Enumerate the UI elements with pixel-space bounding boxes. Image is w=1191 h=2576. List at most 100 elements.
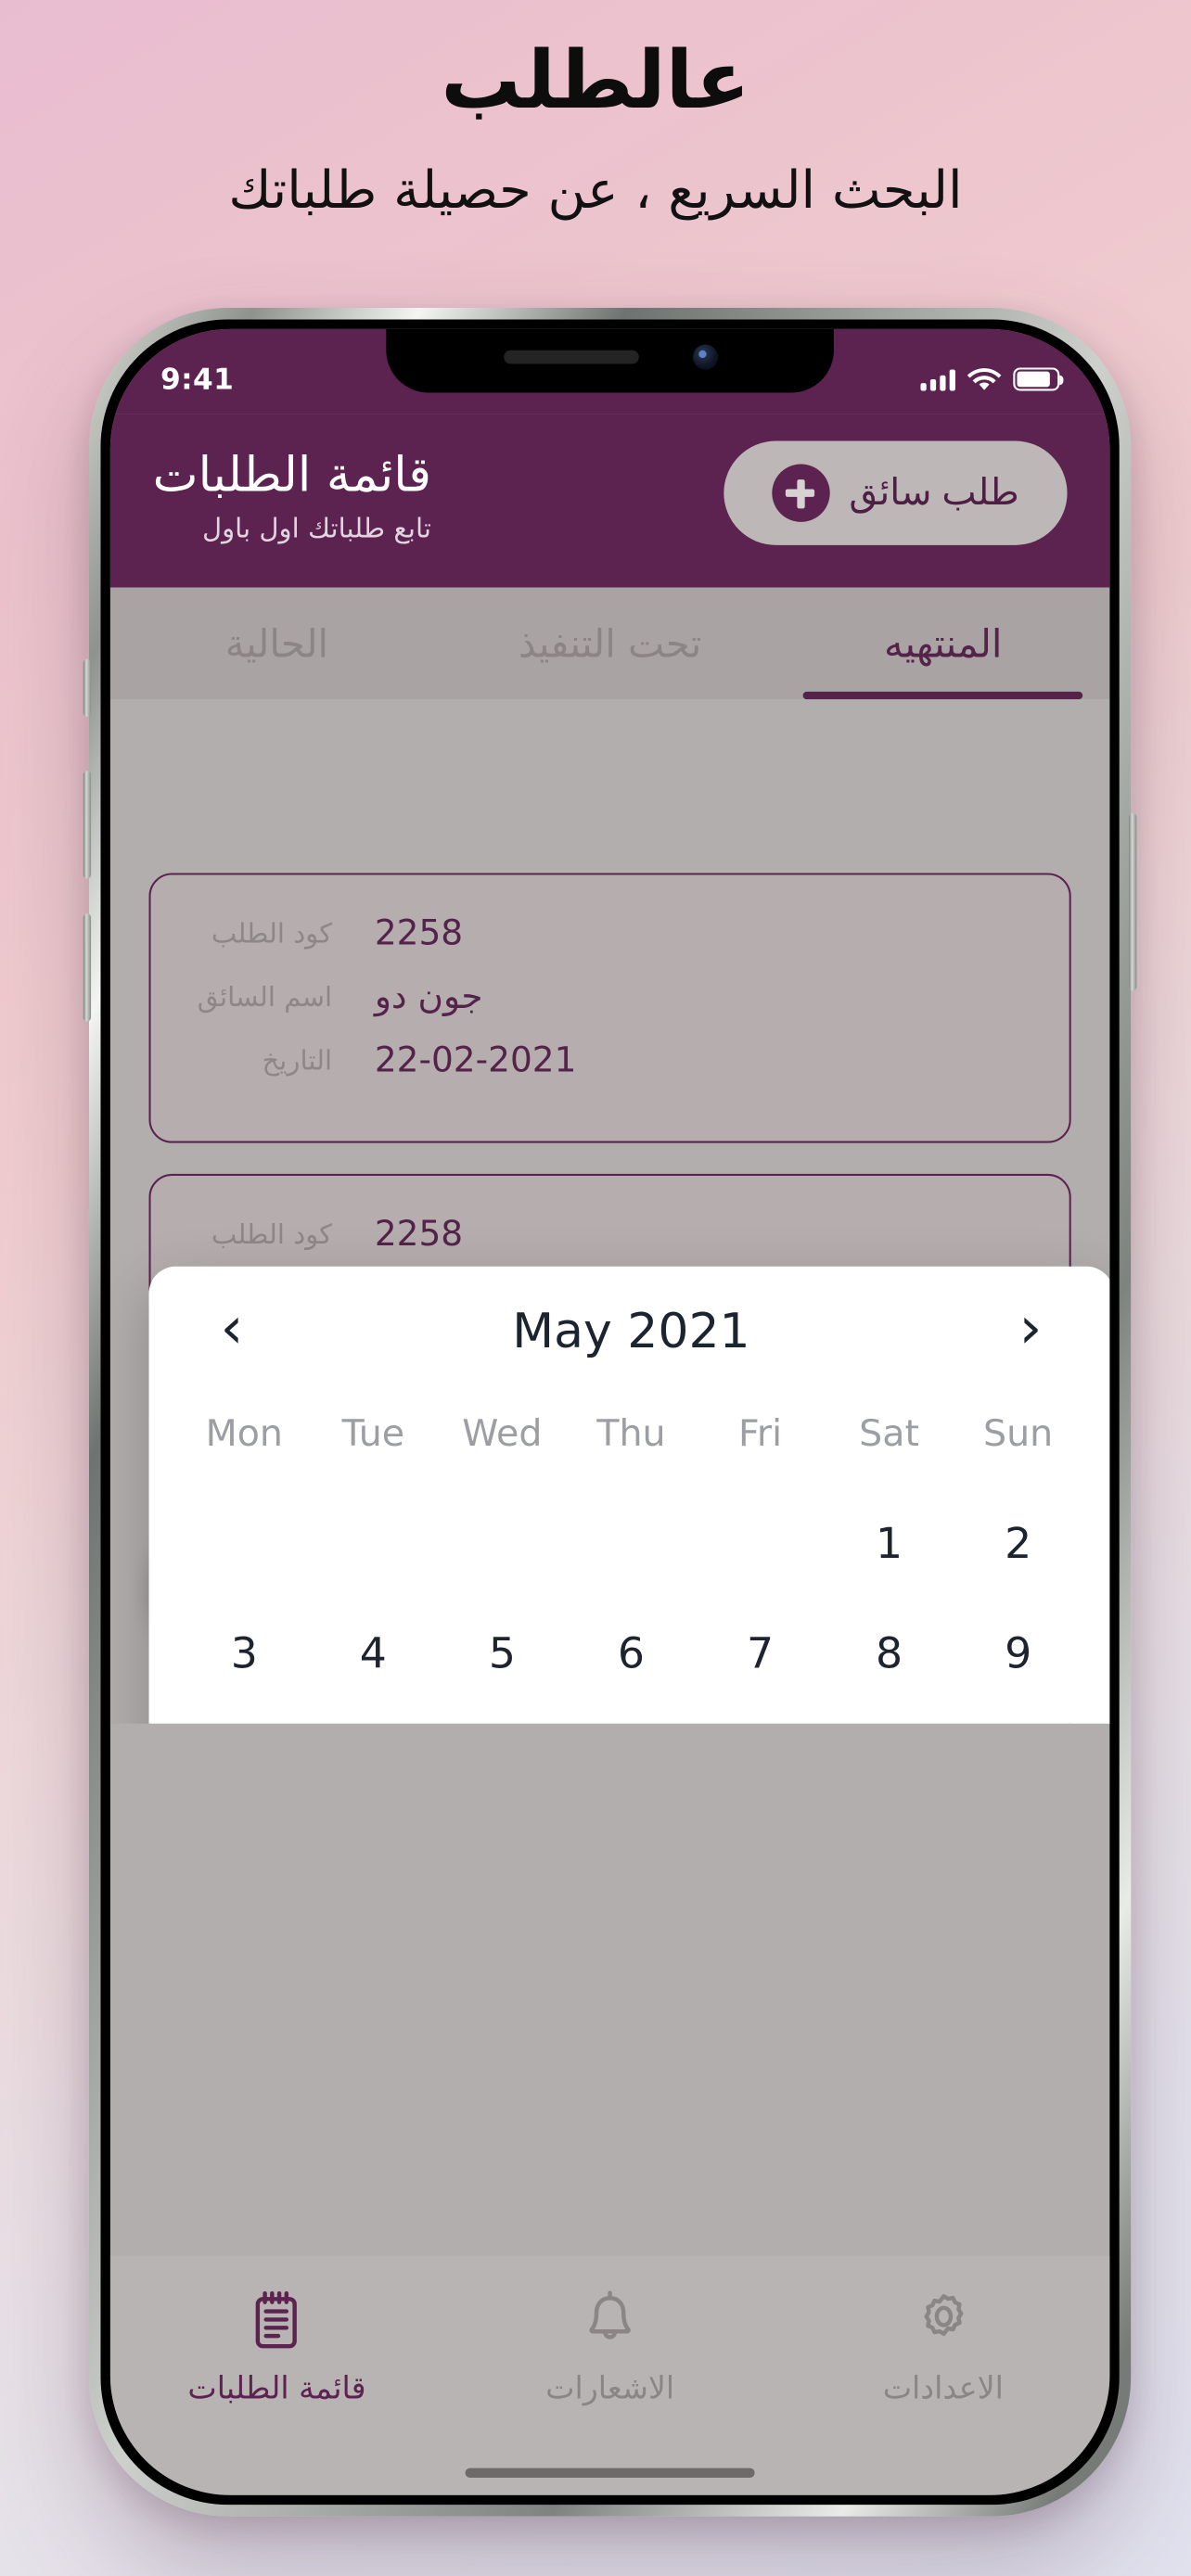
order-code-label: كود الطلب (211, 1218, 333, 1251)
calendar-day-empty (180, 1490, 309, 1600)
header-text-block: قائمة الطلبات تابع طلباتك اول باول (153, 441, 431, 544)
calendar-month-label: May 2021 (512, 1302, 750, 1358)
calendar-day-number: 7 (746, 1630, 775, 1679)
calendar-weekday-row: Mon Tue Wed Thu Fri Sat Sun (180, 1390, 1082, 1490)
request-driver-button[interactable]: طلب سائق (724, 440, 1068, 545)
calendar-day-empty (309, 1490, 438, 1600)
nav-item-notifications[interactable]: الاشعارات (443, 2287, 776, 2406)
calendar-weekday: Sat (859, 1412, 919, 1456)
nav-item-orders[interactable]: قائمة الطلبات (110, 2287, 443, 2406)
order-driver-label: اسم السائق (197, 981, 333, 1014)
calendar-week-row: 3 4 5 6 7 8 9 (180, 1600, 1082, 1711)
calendar-day-number: 3 (230, 1630, 258, 1679)
calendar-day[interactable]: 2 (954, 1490, 1082, 1600)
calendar-day[interactable]: 8 (825, 1600, 954, 1711)
calendar-weekday: Mon (205, 1412, 283, 1456)
tab-in-progress-label: تحت التنفيذ (518, 619, 702, 667)
page-subtitle: تابع طلباتك اول باول (201, 513, 431, 544)
tab-completed[interactable]: المنتهيه (776, 588, 1109, 700)
earpiece-speaker (503, 350, 638, 364)
calendar-day-empty (438, 1490, 567, 1600)
nav-item-settings-label: الاعدادات (882, 2369, 1004, 2407)
order-code-value: 2258 (374, 913, 464, 954)
calendar-day-number: 4 (359, 1630, 387, 1679)
notch (386, 328, 834, 393)
order-code-row: كود الطلب 2258 (189, 1203, 1031, 1267)
calendar-day[interactable]: 14 (696, 1710, 825, 1724)
table-row[interactable]: كود الطلب 2258 اسم السائق جون دو التاريخ… (148, 873, 1071, 1143)
home-indicator[interactable] (465, 2468, 755, 2478)
promo-banner: عالطلب البحث السريع ، عن حصيلة طلباتك (0, 0, 1191, 224)
chevron-left-icon[interactable]: ‹ (199, 1300, 265, 1358)
volume-down-button[interactable] (83, 913, 92, 1022)
calendar-day[interactable]: 12 (438, 1710, 567, 1724)
order-code-row: كود الطلب 2258 (189, 902, 1031, 966)
calendar-grid: MonTueWedThuFriSatSun 123456789101112131… (148, 1383, 1109, 1724)
tab-current[interactable]: الحالية (110, 588, 443, 700)
calendar-days-host: 1234567891011121314151617181920212223242… (180, 1490, 1082, 1724)
calendar-weekday: Thu (596, 1412, 666, 1456)
calendar-day-number: 5 (488, 1630, 516, 1679)
order-driver-value: جون دو (374, 976, 483, 1018)
promo-title: عالطلب (441, 34, 750, 127)
tab-current-label: الحالية (224, 619, 329, 667)
order-code-label: كود الطلب (211, 918, 333, 950)
calendar-header: ‹ May 2021 › (148, 1267, 1109, 1383)
chevron-right-icon[interactable]: › (998, 1300, 1064, 1358)
calendar-day[interactable]: 3 (180, 1600, 309, 1711)
calendar-day-number: 9 (1005, 1630, 1032, 1679)
nav-item-settings[interactable]: الاعدادات (776, 2287, 1109, 2406)
order-date-row: التاريخ 22-02-2021 (189, 1029, 1031, 1093)
order-code-value: 2258 (374, 1214, 464, 1256)
tab-in-progress[interactable]: تحت التنفيذ (443, 588, 776, 700)
front-camera-icon (692, 344, 718, 370)
bell-icon (589, 2290, 631, 2340)
calendar-day-number: 2 (1005, 1521, 1032, 1570)
calendar-day[interactable]: 10 (180, 1710, 309, 1724)
phone-bezel: 9:41 قائمة الطلبات تابع طلباتك اول باول … (100, 319, 1120, 2506)
calendar-day[interactable]: 16 (954, 1710, 1082, 1724)
calendar-day[interactable]: 13 (567, 1710, 696, 1724)
status-time: 9:41 (160, 362, 235, 397)
calendar-day-number: 1 (876, 1521, 903, 1570)
phone-frame: 9:41 قائمة الطلبات تابع طلباتك اول باول … (83, 308, 1137, 2517)
cellular-signal-icon (920, 368, 955, 390)
silent-switch[interactable] (83, 658, 92, 717)
calendar-day[interactable]: 6 (567, 1600, 696, 1711)
calendar-day[interactable]: 1 (825, 1490, 954, 1600)
calendar-weekday: Fri (737, 1412, 783, 1456)
phone-mockup: 9:41 قائمة الطلبات تابع طلباتك اول باول … (83, 308, 1137, 2517)
request-driver-label: طلب سائق (849, 472, 1019, 514)
calendar-day[interactable]: 11 (309, 1710, 438, 1724)
app-header: قائمة الطلبات تابع طلباتك اول باول طلب س… (109, 414, 1110, 588)
calendar-week-row: 10111213141516 (180, 1710, 1082, 1724)
tab-completed-label: المنتهيه (884, 619, 1003, 667)
order-tabs: الحالية تحت التنفيذ المنتهيه (109, 587, 1110, 700)
notes-list-icon (256, 2290, 298, 2349)
calendar-day-number: 6 (617, 1630, 646, 1679)
calendar-day[interactable]: 7 (696, 1600, 825, 1711)
order-date-label: التاريخ (262, 1045, 333, 1077)
battery-icon (1013, 367, 1065, 391)
volume-up-button[interactable] (83, 771, 92, 879)
order-driver-row: اسم السائق جون دو (189, 965, 1031, 1029)
wifi-icon (967, 367, 1002, 389)
calendar-day[interactable]: 5 (438, 1600, 567, 1711)
bottom-navigation: قائمة الطلبات الاشعارات الاعدادات (109, 2255, 1110, 2495)
phone-screen: 9:41 قائمة الطلبات تابع طلباتك اول باول … (109, 328, 1110, 2495)
calendar-day-number: 8 (876, 1630, 903, 1679)
calendar-weekday: Sun (983, 1412, 1054, 1456)
calendar-week-row: 12 (180, 1490, 1082, 1600)
power-button[interactable] (1129, 812, 1137, 991)
nav-item-orders-label: قائمة الطلبات (187, 2369, 366, 2407)
gear-icon (923, 2294, 963, 2337)
calendar-day[interactable]: 9 (954, 1600, 1082, 1711)
calendar-day-empty (696, 1490, 825, 1600)
calendar-day[interactable]: 4 (309, 1600, 438, 1711)
calendar-day[interactable]: 15 (825, 1710, 954, 1724)
page-title: قائمة الطلبات (152, 446, 431, 504)
promo-subtitle: البحث السريع ، عن حصيلة طلباتك (228, 159, 963, 221)
plus-circle-icon (772, 464, 830, 522)
calendar-weekday: Wed (462, 1412, 543, 1456)
order-date-value: 22-02-2021 (374, 1040, 577, 1082)
